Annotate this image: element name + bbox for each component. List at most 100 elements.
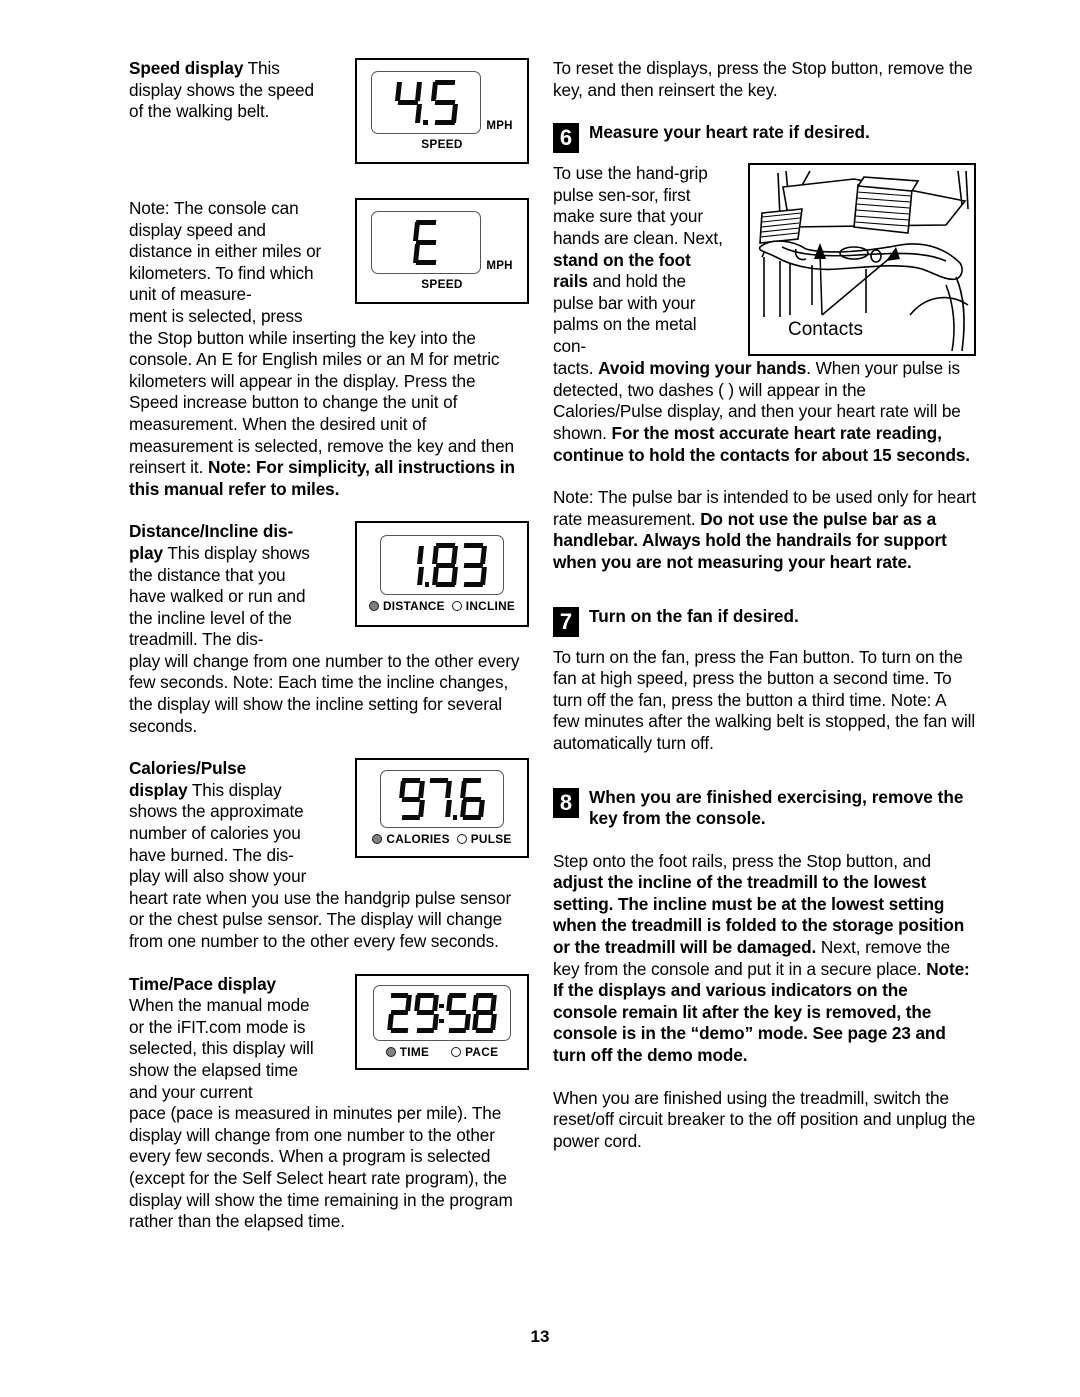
distance-led-indicator (368, 601, 379, 612)
calories-led-indicator (372, 834, 383, 845)
calories-led-item: CALORIES (372, 832, 449, 846)
step-6-note: Note: The pulse bar is intended to be us… (553, 487, 976, 573)
left-column: MPH SPEED Speed display This display sho… (129, 58, 529, 1233)
lcd-screen (373, 984, 511, 1041)
step-6-body-p1: To use the hand-grip pulse sen-sor, firs… (553, 163, 723, 248)
time-led-indicator (385, 1046, 396, 1057)
pace-led-item: PACE (451, 1045, 498, 1059)
distance-led-row: DISTANCE INCLINE (368, 599, 516, 614)
step-7-badge: 7 (553, 606, 579, 637)
lcd-digit (461, 543, 487, 588)
incline-led-label: INCLINE (465, 599, 516, 614)
lcd-digit (472, 992, 497, 1033)
pace-led-indicator (451, 1046, 462, 1057)
english-units-figure: MPH SPEED (355, 198, 529, 304)
lcd-decimal-point (423, 80, 429, 126)
time-led-row: TIME PACE (385, 1044, 499, 1059)
distance-heading-l1: Distance/Incline dis- (129, 521, 294, 542)
lcd-decimal-point (452, 778, 459, 820)
speed-caption: SPEED (421, 137, 463, 151)
time-section-text-wrapped: Time/Pace display When the manual mode or… (129, 974, 324, 1104)
lcd-digit (430, 79, 459, 126)
time-led-label: TIME (399, 1044, 430, 1059)
step-8-body-p1: Step onto the foot rails, press the Stop… (553, 850, 931, 871)
time-led-item: TIME (385, 1044, 430, 1059)
pulse-led-label: PULSE (470, 832, 512, 847)
lcd-digit (398, 778, 425, 821)
distance-incline-section: DISTANCE INCLINE Distance/Incline dis-pl… (129, 521, 529, 651)
step-8-badge: 8 (553, 787, 579, 818)
lcd-screen (380, 535, 504, 596)
step-8-title: When you are finished exercising, remove… (589, 786, 964, 829)
calories-heading-l2: display (129, 779, 188, 800)
units-note-body: the Stop button while inserting the key … (129, 327, 514, 478)
lcd-digit (413, 992, 439, 1033)
step-6-body-full: tacts. Avoid moving your hands. When you… (553, 358, 976, 466)
time-body-wrapped: When the manual mode or the iFIT.com mod… (129, 995, 314, 1102)
step-8: 8 When you are finished exercising, remo… (553, 787, 976, 830)
lcd-screen (371, 211, 482, 274)
step-6-body-wrapped: To use the hand-grip pulse sen-sor, firs… (553, 163, 725, 357)
incline-led-item: INCLINE (451, 599, 516, 614)
pulse-bar-illustration: Contacts (748, 163, 976, 357)
units-note-text-cont: ment is selected, press (129, 305, 303, 326)
lcd-colon (439, 993, 445, 1033)
lcd-decimal-point (424, 543, 431, 588)
right-column: To reset the displays, press the Stop bu… (553, 58, 976, 1152)
calories-display-figure: CALORIES PULSE (355, 758, 529, 859)
step-6-title: Measure your heart rate if desired. (589, 122, 870, 143)
distance-heading-l2: play (129, 542, 163, 563)
units-note-text-wrapped: Note: The console can display speed and … (129, 198, 322, 305)
pace-led-label: PACE (465, 1044, 499, 1059)
distance-display-figure: DISTANCE INCLINE (355, 521, 529, 628)
speed-unit-label: MPH (486, 120, 513, 132)
speed-display-text: Speed display This display shows the spe… (129, 58, 329, 123)
lcd-digit (459, 778, 486, 821)
distance-led-label: DISTANCE (382, 599, 445, 614)
step-6-full-p1: tacts. (553, 358, 599, 379)
step-6-full-b1: Avoid moving your hands (598, 358, 807, 379)
incline-led-indicator (451, 601, 462, 612)
step-7-title: Turn on the fan if desired. (589, 605, 799, 626)
distance-section-text-wrapped: Distance/Incline dis-play This display s… (129, 521, 324, 651)
contacts-label: Contacts (788, 319, 863, 340)
lcd-digit (398, 543, 424, 587)
speed-display-figure: MPH SPEED (355, 58, 529, 164)
calories-section-text-full: heart rate when you use the handgrip pul… (129, 887, 512, 951)
step-6-badge: 6 (553, 123, 579, 154)
time-display-figure: TIME PACE (355, 973, 529, 1070)
calories-pulse-section: CALORIES PULSE Calories/Pulse display Thi… (129, 758, 529, 888)
lcd-digit (427, 778, 452, 820)
time-pace-section: TIME PACE Time/Pace display When the manu… (129, 973, 529, 1104)
lcd-digit (387, 992, 412, 1033)
calories-led-label: CALORIES (386, 832, 450, 847)
lcd-digit (394, 80, 423, 126)
calories-led-row: CALORIES PULSE (372, 832, 511, 846)
step-6-full-b2: For the most accurate heart rate reading… (553, 422, 970, 465)
step-6: 6 Measure your heart rate if desired. (553, 122, 976, 154)
step-8-closing: When you are finished using the treadmil… (553, 1087, 976, 1151)
time-section-text-full: pace (pace is measured in minutes per mi… (129, 1103, 513, 1232)
calories-heading-l1: Calories/Pulse (129, 758, 247, 779)
units-note-text-full: the Stop button while inserting the key … (129, 328, 529, 501)
distance-section-text-full: play will change from one number to the … (129, 650, 520, 736)
calories-section-text-wrapped: Calories/Pulse display This display shows… (129, 758, 324, 888)
step-8-body: Step onto the foot rails, press the Stop… (553, 851, 976, 1067)
reset-displays-paragraph: To reset the displays, press the Stop bu… (553, 58, 973, 100)
lcd-screen (371, 71, 482, 134)
lcd-digit (445, 992, 470, 1033)
pulse-bar-drawing: Contacts (750, 165, 973, 354)
eunit-unit-label: MPH (486, 260, 513, 272)
step-7-body: To turn on the fan, press the Fan button… (553, 646, 976, 753)
step-7: 7 Turn on the fan if desired. (553, 605, 976, 637)
manual-page: MPH SPEED Speed display This display sho… (0, 0, 1080, 1397)
page-number: 13 (530, 1327, 550, 1346)
distance-led-item: DISTANCE (368, 599, 445, 614)
speed-display-heading: Speed display (129, 58, 244, 78)
eunit-caption: SPEED (421, 277, 463, 291)
lcd-screen (380, 770, 504, 829)
units-note-section: MPH SPEED Note: The console can display … (129, 198, 529, 328)
step-6-body-block: Contacts To use the hand-grip pulse sen-… (553, 163, 976, 358)
lcd-digit (412, 219, 440, 266)
pulse-led-item: PULSE (456, 832, 512, 847)
